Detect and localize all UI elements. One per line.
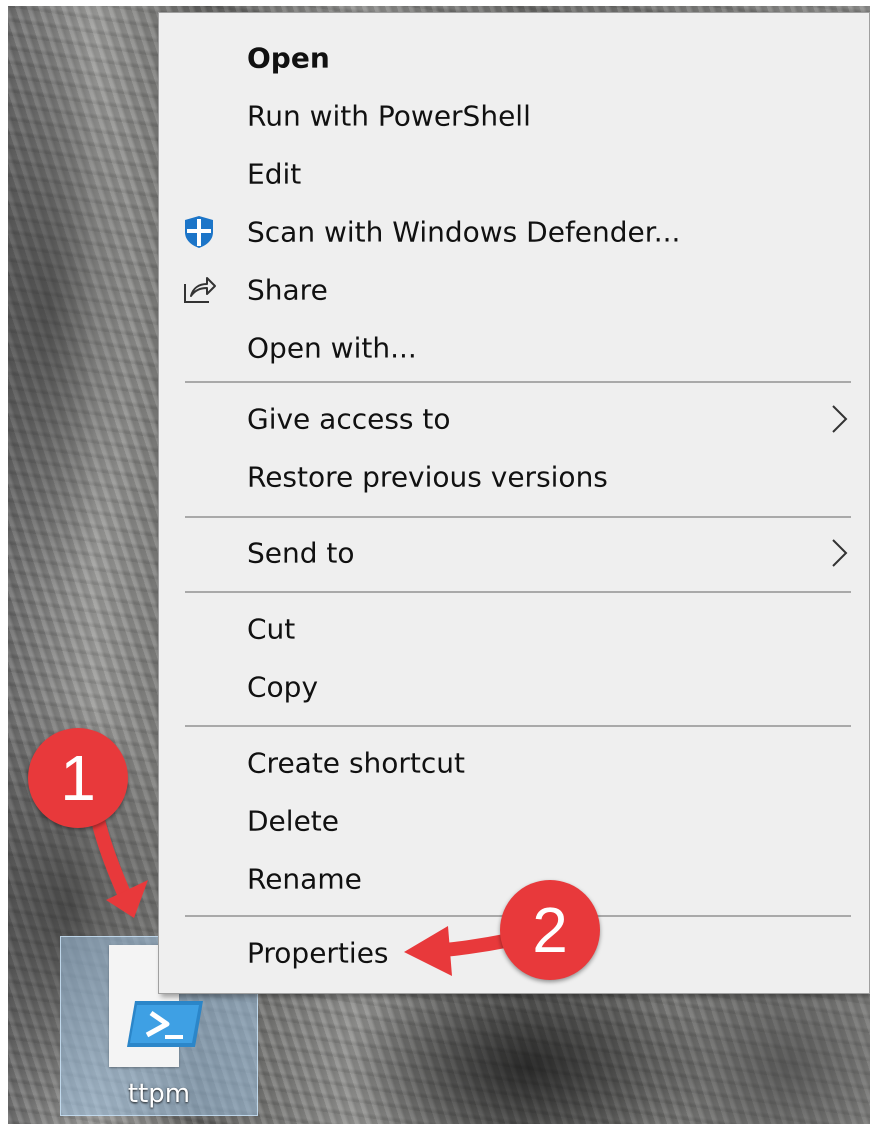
- menu-item-label: Share: [247, 273, 328, 307]
- menu-item-label: Restore previous versions: [247, 460, 608, 494]
- menu-separator: [185, 725, 851, 727]
- windows-defender-shield-icon: [185, 216, 213, 248]
- menu-item-label: Edit: [247, 157, 302, 191]
- menu-item-cut[interactable]: Cut: [159, 600, 869, 658]
- menu-item-create-shortcut[interactable]: Create shortcut: [159, 734, 869, 792]
- step-1-marker: 1: [28, 728, 128, 828]
- menu-item-label: Open with...: [247, 331, 417, 365]
- menu-item-restore-previous-versions[interactable]: Restore previous versions: [159, 448, 869, 506]
- menu-item-label: Rename: [247, 862, 362, 896]
- menu-item-share[interactable]: Share: [159, 261, 869, 319]
- menu-item-open-with[interactable]: Open with...: [159, 319, 869, 377]
- menu-item-label: Open: [247, 41, 330, 75]
- menu-item-label: Properties: [247, 936, 389, 970]
- share-icon: [184, 277, 216, 303]
- menu-item-label: Cut: [247, 612, 296, 646]
- desktop-file-label: ttpm: [127, 1079, 191, 1109]
- menu-item-label: Give access to: [247, 402, 451, 436]
- powershell-icon: [127, 1001, 203, 1047]
- menu-item-run-with-powershell[interactable]: Run with PowerShell: [159, 87, 869, 145]
- menu-item-give-access-to[interactable]: Give access to: [159, 390, 869, 448]
- menu-item-delete[interactable]: Delete: [159, 792, 869, 850]
- menu-item-copy[interactable]: Copy: [159, 658, 869, 716]
- menu-item-label: Create shortcut: [247, 746, 466, 780]
- menu-separator: [185, 591, 851, 593]
- chevron-right-icon: [832, 539, 848, 567]
- menu-item-scan-with-defender[interactable]: Scan with Windows Defender...: [159, 203, 869, 261]
- menu-item-send-to[interactable]: Send to: [159, 524, 869, 582]
- menu-item-label: Run with PowerShell: [247, 99, 531, 133]
- menu-item-open[interactable]: Open: [159, 29, 869, 87]
- menu-separator: [185, 516, 851, 518]
- menu-item-label: Scan with Windows Defender...: [247, 215, 681, 249]
- chevron-right-icon: [832, 405, 848, 433]
- screenshot-frame: ttpm Open Run with PowerShell Edit Scan …: [0, 0, 870, 1130]
- menu-item-label: Send to: [247, 536, 355, 570]
- context-menu: Open Run with PowerShell Edit Scan with …: [158, 12, 870, 994]
- step-2-marker: 2: [500, 880, 600, 980]
- menu-item-label: Delete: [247, 804, 339, 838]
- menu-separator: [185, 381, 851, 383]
- menu-item-edit[interactable]: Edit: [159, 145, 869, 203]
- menu-item-label: Copy: [247, 670, 319, 704]
